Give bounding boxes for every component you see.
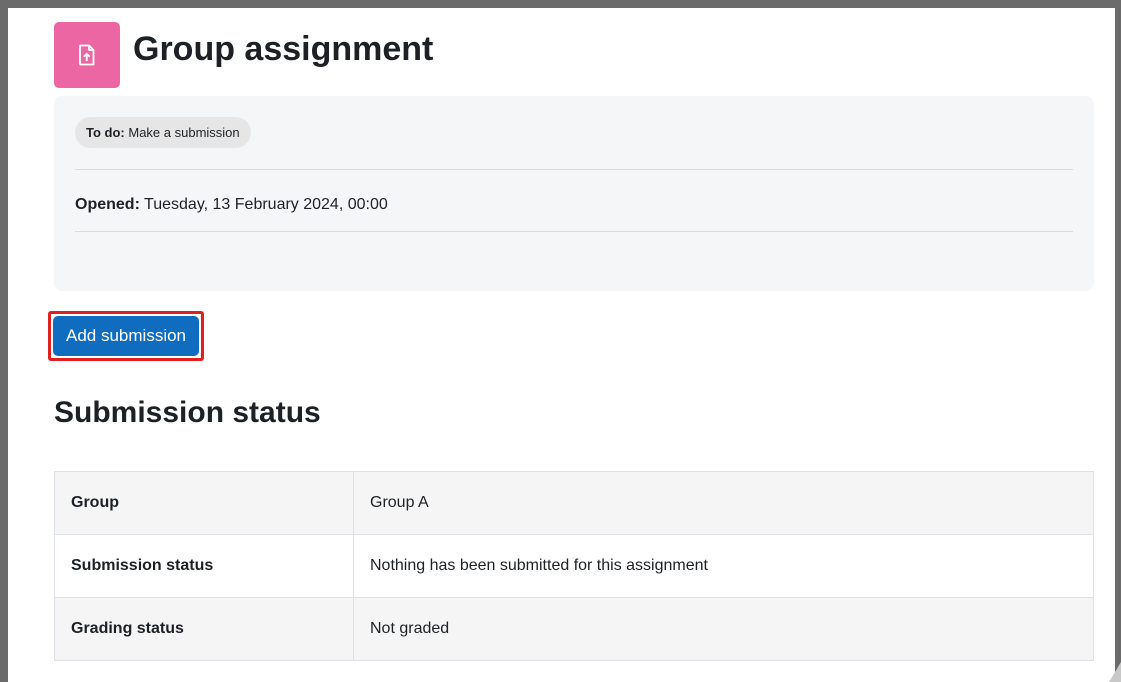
section-title-submission-status: Submission status — [54, 396, 321, 429]
page-title: Group assignment — [133, 30, 434, 68]
page-header: Group assignment — [54, 22, 1094, 88]
opened-value: Tuesday, 13 February 2024, 00:00 — [144, 196, 388, 213]
table-row: Submission status Nothing has been submi… — [54, 534, 1094, 598]
row-value: Not graded — [353, 597, 1094, 661]
row-label: Submission status — [54, 534, 354, 598]
divider — [75, 231, 1073, 232]
resize-corner-icon — [1109, 662, 1121, 682]
assignment-upload-icon — [54, 22, 120, 88]
row-label: Group — [54, 471, 354, 535]
submission-status-table: Group Group A Submission status Nothing … — [54, 471, 1094, 661]
file-upload-icon — [79, 44, 95, 66]
todo-badge: To do: Make a submission — [75, 117, 251, 148]
table-row: Group Group A — [54, 471, 1094, 535]
main-content: Group assignment To do: Make a submissio… — [48, 22, 1094, 661]
opened-date: Opened: Tuesday, 13 February 2024, 00:00 — [75, 170, 1073, 231]
highlight-box: Add submission — [48, 311, 205, 361]
opened-label: Opened: — [75, 196, 140, 213]
row-value: Group A — [353, 471, 1094, 535]
todo-value: Make a submission — [128, 125, 240, 140]
add-submission-button[interactable]: Add submission — [53, 316, 200, 356]
todo-label: To do: — [86, 125, 125, 140]
table-row: Grading status Not graded — [54, 597, 1094, 661]
row-value: Nothing has been submitted for this assi… — [353, 534, 1094, 598]
row-label: Grading status — [54, 597, 354, 661]
activity-dates-box: To do: Make a submission Opened: Tuesday… — [54, 96, 1094, 291]
